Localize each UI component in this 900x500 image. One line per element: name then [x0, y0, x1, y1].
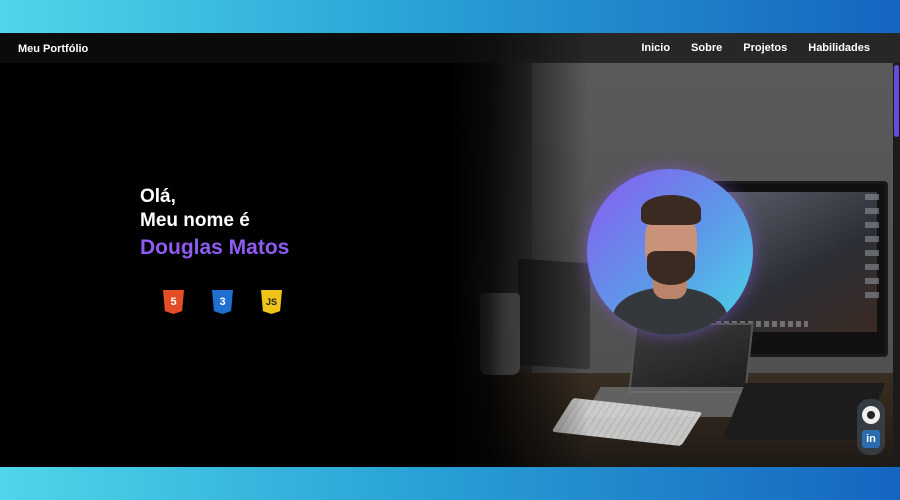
linkedin-icon[interactable]: in — [862, 430, 880, 448]
tech-icons: 5 3 JS — [163, 290, 282, 314]
social-links: in — [857, 399, 885, 455]
hero-greeting: Olá, — [140, 186, 176, 207]
html5-icon: 5 — [163, 290, 184, 314]
nav-link-sobre[interactable]: Sobre — [691, 42, 722, 54]
avatar-beard — [647, 251, 695, 285]
brand-logo[interactable]: Meu Portfólio — [18, 43, 88, 55]
nav-link-projetos[interactable]: Projetos — [743, 42, 787, 54]
browser-viewport: Meu Portfólio Inicio Sobre Projetos Habi… — [0, 33, 900, 467]
scrollbar-thumb[interactable] — [894, 65, 899, 137]
nav-links: Inicio Sobre Projetos Habilidades — [641, 42, 870, 54]
github-icon[interactable] — [862, 406, 880, 424]
hero-intro: Meu nome é — [140, 210, 250, 231]
nav-link-habilidades[interactable]: Habilidades — [808, 42, 870, 54]
avatar-hair — [641, 195, 701, 225]
navbar: Meu Portfólio Inicio Sobre Projetos Habi… — [0, 33, 900, 63]
javascript-icon: JS — [261, 290, 282, 314]
hero-text: Olá, Meu nome é Douglas Matos — [140, 185, 289, 263]
photo-fade — [448, 33, 588, 467]
hero-name: Douglas Matos — [140, 236, 290, 259]
nav-link-inicio[interactable]: Inicio — [641, 42, 670, 54]
desktop-icons — [865, 194, 879, 304]
avatar — [587, 169, 753, 335]
page-gradient-top — [0, 0, 900, 33]
page-gradient-bottom — [0, 467, 900, 500]
css3-icon: 3 — [212, 290, 233, 314]
